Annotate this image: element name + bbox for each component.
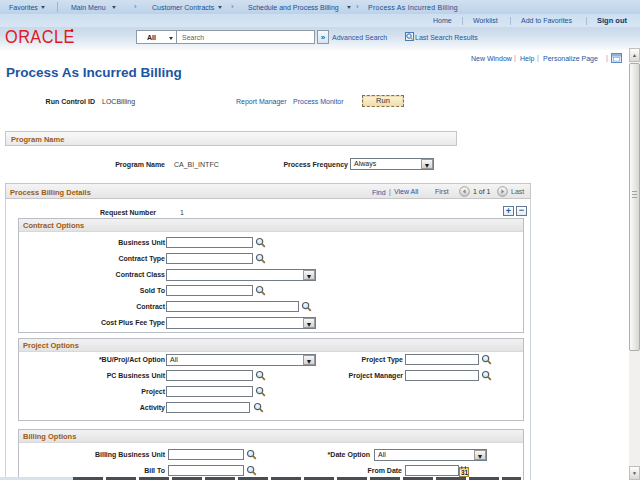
svg-text:31: 31 xyxy=(461,469,469,476)
